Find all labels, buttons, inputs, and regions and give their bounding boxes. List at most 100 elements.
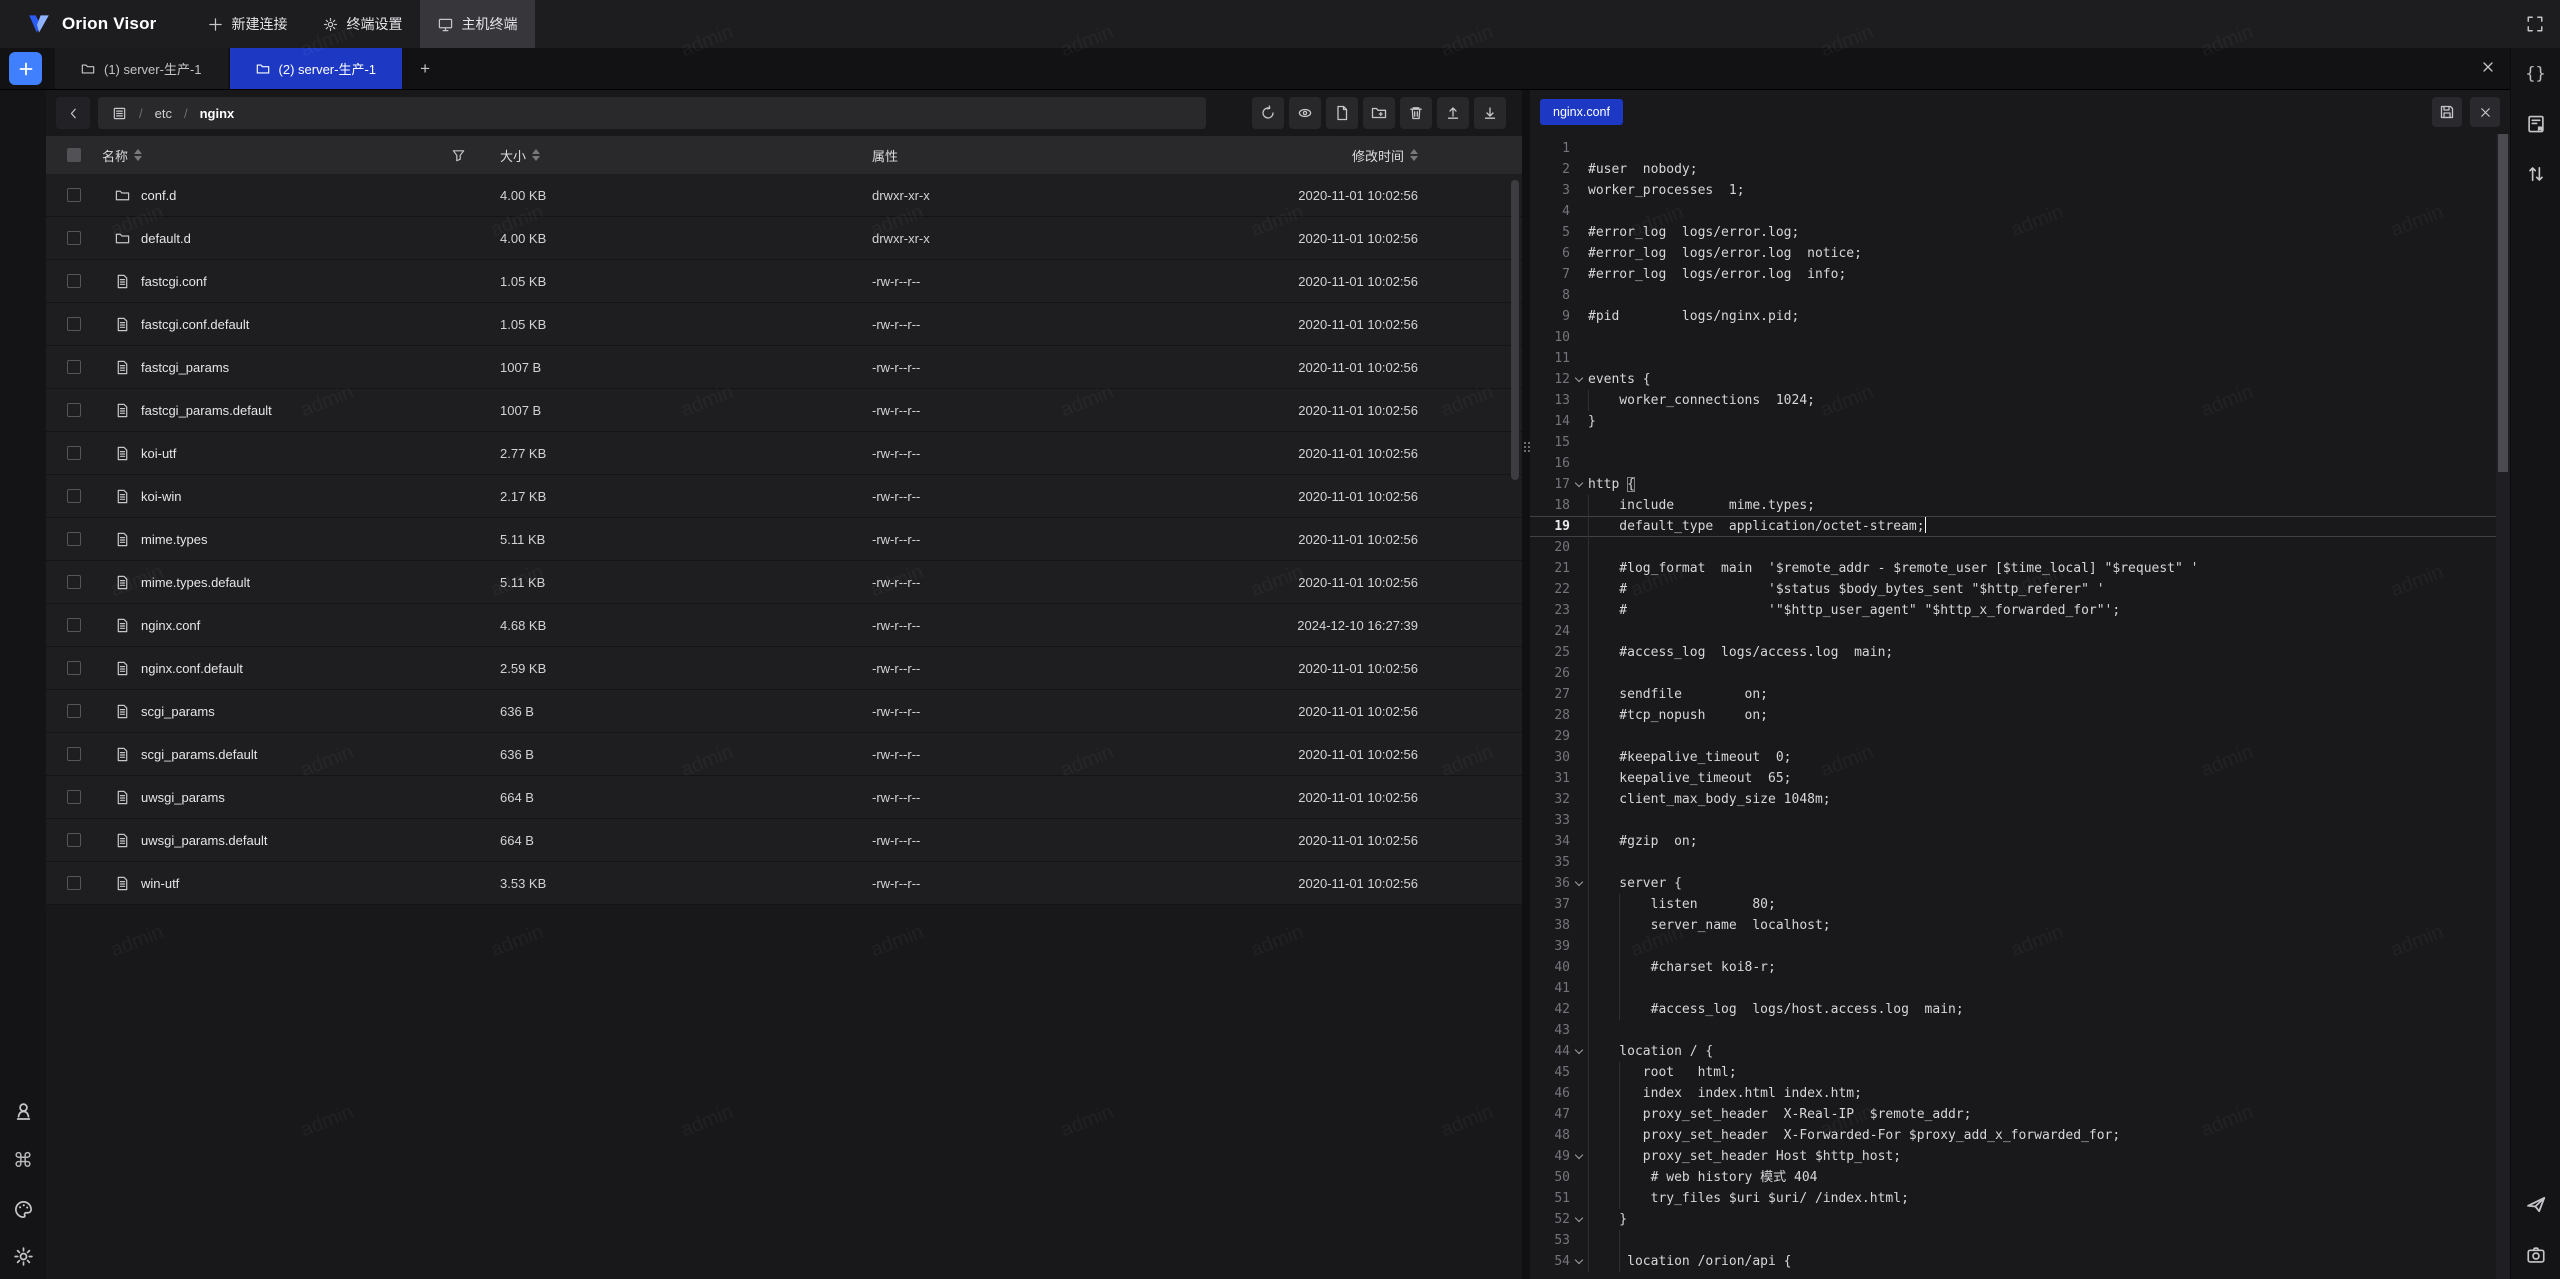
fold-gutter[interactable] (1570, 873, 1588, 894)
editor-line[interactable]: 40 #charset koi8-r; (1530, 957, 2510, 978)
menu-terminal-settings[interactable]: 终端设置 (305, 0, 420, 48)
editor-line[interactable]: 20 (1530, 537, 2510, 558)
editor-line[interactable]: 18 include mime.types; (1530, 495, 2510, 516)
editor-line[interactable]: 5#error_log logs/error.log; (1530, 222, 2510, 243)
table-row[interactable]: fastcgi_params1007 B-rw-r--r--2020-11-01… (46, 346, 1522, 389)
menu-host-terminal[interactable]: 主机终端 (420, 0, 535, 48)
theme-button[interactable] (13, 1199, 34, 1220)
editor-line[interactable]: 26 (1530, 663, 2510, 684)
editor-line[interactable]: 7#error_log logs/error.log info; (1530, 264, 2510, 285)
upload-button[interactable] (1437, 97, 1469, 129)
user-button[interactable] (13, 1101, 34, 1122)
table-row[interactable]: nginx.conf4.68 KB-rw-r--r--2024-12-10 16… (46, 604, 1522, 647)
row-checkbox[interactable] (67, 704, 81, 718)
filter-funnel-icon[interactable] (451, 148, 466, 163)
fold-chevron-icon[interactable] (1575, 374, 1583, 382)
transfer-button[interactable] (2526, 164, 2546, 184)
fold-gutter[interactable] (1570, 1146, 1588, 1167)
table-row[interactable]: fastcgi.conf.default1.05 KB-rw-r--r--202… (46, 303, 1522, 346)
fold-gutter[interactable] (1570, 1209, 1588, 1230)
editor-line[interactable]: 22 # '$status $body_bytes_sent "$http_re… (1530, 579, 2510, 600)
row-checkbox[interactable] (67, 876, 81, 890)
send-command-button[interactable] (2525, 1193, 2547, 1215)
editor-line[interactable]: 34 #gzip on; (1530, 831, 2510, 852)
column-header-attrs[interactable]: 属性 (872, 146, 1212, 165)
editor-line[interactable]: 2#user nobody; (1530, 159, 2510, 180)
table-row[interactable]: fastcgi_params.default1007 B-rw-r--r--20… (46, 389, 1522, 432)
row-checkbox[interactable] (67, 618, 81, 632)
table-row[interactable]: koi-utf2.77 KB-rw-r--r--2020-11-01 10:02… (46, 432, 1522, 475)
row-checkbox[interactable] (67, 833, 81, 847)
row-checkbox[interactable] (67, 790, 81, 804)
preview-button[interactable] (1289, 97, 1321, 129)
sort-carets[interactable] (1410, 149, 1418, 161)
editor-line[interactable]: 24 (1530, 621, 2510, 642)
fold-gutter[interactable] (1570, 1251, 1588, 1272)
breadcrumb-segment-nginx[interactable]: nginx (200, 106, 235, 121)
editor-line[interactable]: 31 keepalive_timeout 65; (1530, 768, 2510, 789)
delete-button[interactable] (1400, 97, 1432, 129)
breadcrumb[interactable]: / etc / nginx (98, 97, 1206, 129)
editor-scrollbar[interactable] (2496, 134, 2510, 1279)
editor-line[interactable]: 23 # '"$http_user_agent" "$http_x_forwar… (1530, 600, 2510, 621)
editor-line[interactable]: 46 index index.html index.htm; (1530, 1083, 2510, 1104)
column-header-name[interactable]: 名称 (102, 146, 492, 165)
editor-line[interactable]: 29 (1530, 726, 2510, 747)
editor-line[interactable]: 51 try_files $uri $uri/ /index.html; (1530, 1188, 2510, 1209)
table-row[interactable]: uwsgi_params664 B-rw-r--r--2020-11-01 10… (46, 776, 1522, 819)
panel-splitter[interactable] (1522, 90, 1530, 1279)
format-json-button[interactable]: {} (2525, 64, 2545, 84)
editor-scrollbar-thumb[interactable] (2498, 134, 2508, 472)
editor-line[interactable]: 4 (1530, 201, 2510, 222)
editor-line[interactable]: 21 #log_format main '$remote_addr - $rem… (1530, 558, 2510, 579)
editor-line[interactable]: 32 client_max_body_size 1048m; (1530, 789, 2510, 810)
close-editor-button[interactable] (2470, 97, 2500, 127)
editor-line[interactable]: 30 #keepalive_timeout 0; (1530, 747, 2510, 768)
column-header-mtime[interactable]: 修改时间 (1212, 146, 1522, 165)
row-checkbox[interactable] (67, 317, 81, 331)
editor-line[interactable]: 39 (1530, 936, 2510, 957)
editor-line[interactable]: 12events { (1530, 369, 2510, 390)
editor-line[interactable]: 3worker_processes 1; (1530, 180, 2510, 201)
editor-line[interactable]: 11 (1530, 348, 2510, 369)
row-checkbox[interactable] (67, 532, 81, 546)
editor-line[interactable]: 49 proxy_set_header Host $http_host; (1530, 1146, 2510, 1167)
fold-chevron-icon[interactable] (1575, 1256, 1583, 1264)
row-checkbox[interactable] (67, 575, 81, 589)
editor-line[interactable]: 44 location / { (1530, 1041, 2510, 1062)
tab-server-2[interactable]: (2) server-生产-1 (230, 48, 403, 89)
editor-line[interactable]: 6#error_log logs/error.log notice; (1530, 243, 2510, 264)
fold-gutter[interactable] (1570, 474, 1588, 495)
fold-chevron-icon[interactable] (1575, 479, 1583, 487)
row-checkbox[interactable] (67, 274, 81, 288)
add-tab-button[interactable]: + (404, 48, 446, 89)
close-panel-button[interactable] (2480, 59, 2496, 75)
editor-line[interactable]: 17http { (1530, 474, 2510, 495)
fold-chevron-icon[interactable] (1575, 1046, 1583, 1054)
row-checkbox[interactable] (67, 360, 81, 374)
editor-line[interactable]: 38 server_name localhost; (1530, 915, 2510, 936)
table-row[interactable]: default.d4.00 KBdrwxr-xr-x2020-11-01 10:… (46, 217, 1522, 260)
editor-line[interactable]: 41 (1530, 978, 2510, 999)
editor-line[interactable]: 42 #access_log logs/host.access.log main… (1530, 999, 2510, 1020)
fold-chevron-icon[interactable] (1575, 878, 1583, 886)
tab-server-1[interactable]: (1) server-生产-1 (55, 48, 228, 89)
editor-line[interactable]: 15 (1530, 432, 2510, 453)
editor-line[interactable]: 13 worker_connections 1024; (1530, 390, 2510, 411)
code-editor[interactable]: 12#user nobody;3worker_processes 1;45#er… (1530, 134, 2510, 1279)
editor-line[interactable]: 52 } (1530, 1209, 2510, 1230)
editor-line[interactable]: 50 # web history 模式 404 (1530, 1167, 2510, 1188)
shortcuts-button[interactable]: ⌘ (13, 1148, 33, 1173)
table-row[interactable]: scgi_params636 B-rw-r--r--2020-11-01 10:… (46, 690, 1522, 733)
fold-gutter[interactable] (1570, 1041, 1588, 1062)
editor-line[interactable]: 19 default_type application/octet-stream… (1530, 516, 2510, 537)
editor-line[interactable]: 8 (1530, 285, 2510, 306)
editor-line[interactable]: 45 root html; (1530, 1062, 2510, 1083)
select-all-checkbox[interactable] (67, 148, 81, 162)
editor-line[interactable]: 35 (1530, 852, 2510, 873)
sort-carets[interactable] (134, 149, 142, 161)
row-checkbox[interactable] (67, 403, 81, 417)
editor-line[interactable]: 37 listen 80; (1530, 894, 2510, 915)
fold-chevron-icon[interactable] (1575, 1214, 1583, 1222)
back-button[interactable] (56, 97, 90, 129)
